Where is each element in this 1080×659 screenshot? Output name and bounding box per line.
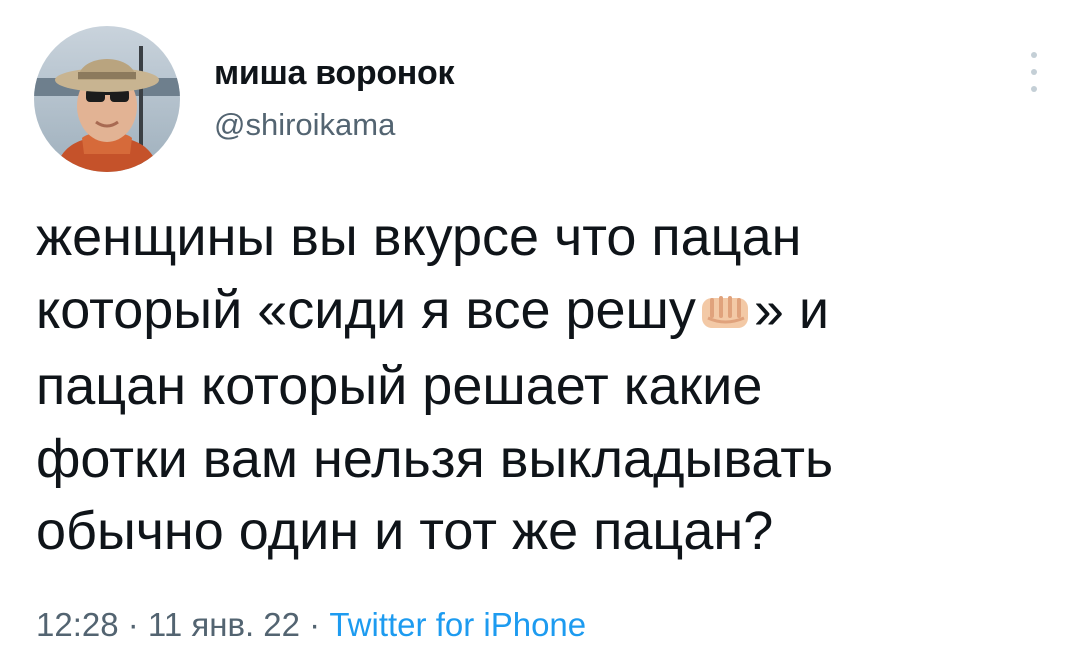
display-name[interactable]: миша воронок — [214, 52, 455, 94]
author-block: миша воронок @shiroikama — [214, 52, 455, 144]
tweet-line: » и — [753, 279, 830, 340]
fist-emoji-icon — [700, 278, 750, 351]
avatar[interactable] — [34, 26, 180, 172]
separator: · — [118, 606, 148, 643]
more-vertical-icon[interactable] — [1022, 52, 1046, 92]
more-dot — [1031, 86, 1037, 92]
tweet-line: обычно один и тот же пацан? — [36, 501, 774, 561]
tweet-line: фотки вам нельзя выкладывать — [36, 428, 834, 489]
tweet-source-link[interactable]: Twitter for iPhone — [329, 606, 586, 643]
tweet-line: женщины вы вкурсе что пацан — [36, 207, 802, 267]
profile-photo-avatar — [34, 26, 180, 172]
more-dot — [1031, 69, 1037, 75]
tweet-time[interactable]: 12:28 — [36, 606, 119, 643]
handle[interactable]: @shiroikama — [214, 106, 454, 144]
tweet-text: женщины вы вкурсе что пацан который «сид… — [36, 201, 1036, 568]
more-dot — [1031, 52, 1037, 58]
tweet-date[interactable]: 11 янв. 22 — [148, 606, 300, 643]
tweet-line: который «сиди я все решу — [36, 279, 696, 340]
tweet-line: пацан который решает какие — [36, 356, 763, 416]
tweet-meta: 12:28 · 11 янв. 22 · Twitter for iPhone — [36, 603, 586, 647]
separator: · — [300, 606, 330, 643]
